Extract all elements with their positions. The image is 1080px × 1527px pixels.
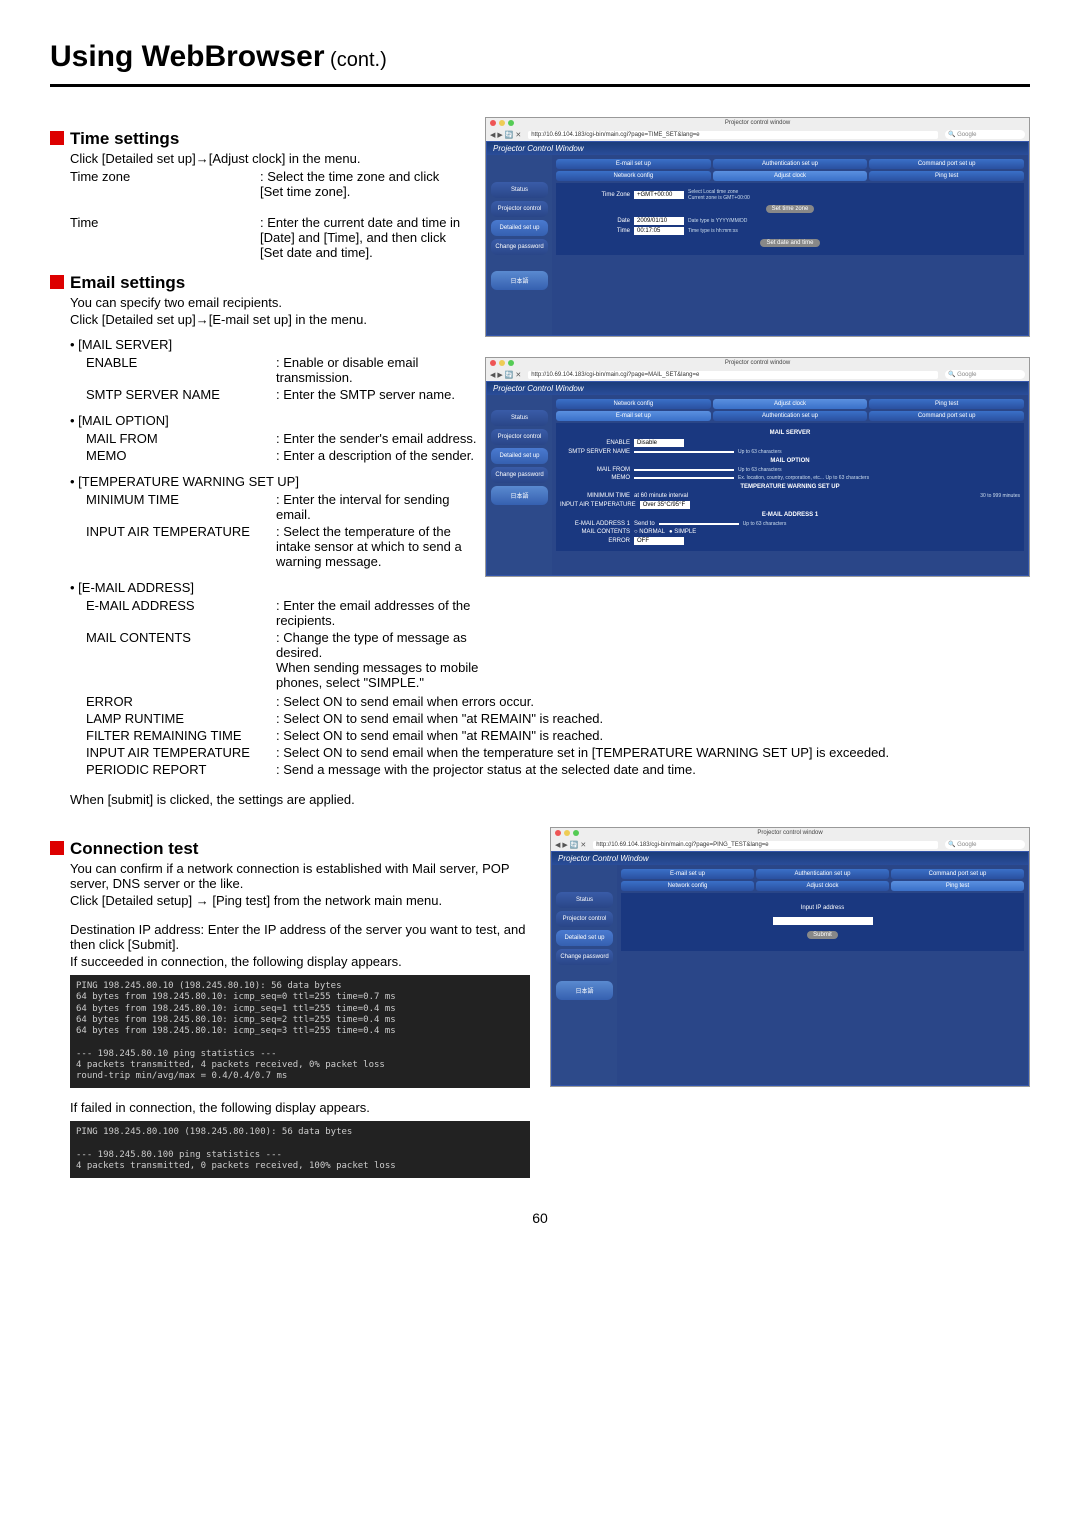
grp-mailserver: • [MAIL SERVER] bbox=[70, 337, 465, 352]
side-password[interactable]: Change password bbox=[556, 949, 613, 965]
tab-adjust[interactable]: Adjust clock bbox=[713, 399, 868, 409]
time-input[interactable]: 00:17:05 bbox=[634, 227, 684, 235]
tab-email[interactable]: E-mail set up bbox=[556, 159, 711, 169]
tab-auth[interactable]: Authentication set up bbox=[713, 411, 868, 421]
side-projector[interactable]: Projector control bbox=[491, 429, 548, 445]
screenshot-email-setup: Projector control window ◀ ▶ 🔄 ✕ http://… bbox=[485, 357, 1030, 577]
url-bar[interactable]: http://10.69.104.183/cgi-bin/main.cgi?pa… bbox=[528, 371, 938, 379]
tz-desc: : Select the time zone and click [Set ti… bbox=[260, 168, 465, 200]
grp-tempwarn: • [TEMPERATURE WARNING SET UP] bbox=[70, 474, 465, 489]
ip-input[interactable] bbox=[773, 917, 873, 925]
date-input[interactable]: 2009/01/10 bbox=[634, 217, 684, 225]
email-intro1: You can specify two email recipients. bbox=[70, 295, 465, 310]
tab-network[interactable]: Network config bbox=[556, 171, 711, 181]
side-status[interactable]: Status bbox=[491, 182, 548, 198]
side-japanese[interactable]: 日本語 bbox=[556, 981, 613, 1000]
submit-button[interactable]: Submit bbox=[807, 931, 838, 939]
email-intro2: Click [Detailed set up]→[E-mail set up] … bbox=[70, 312, 465, 327]
ping-success-output: PING 198.245.80.10 (198.245.80.10): 56 d… bbox=[70, 975, 530, 1088]
tab-ping[interactable]: Ping test bbox=[869, 399, 1024, 409]
url-bar[interactable]: http://10.69.104.183/cgi-bin/main.cgi?pa… bbox=[528, 131, 938, 139]
side-detailed[interactable]: Detailed set up bbox=[491, 220, 548, 236]
url-bar[interactable]: http://10.69.104.183/cgi-bin/main.cgi?pa… bbox=[593, 841, 938, 849]
side-detailed[interactable]: Detailed set up bbox=[556, 930, 613, 946]
error-select[interactable]: OFF bbox=[634, 537, 684, 545]
tab-auth[interactable]: Authentication set up bbox=[756, 869, 889, 879]
side-japanese[interactable]: 日本語 bbox=[491, 486, 548, 505]
tab-network[interactable]: Network config bbox=[556, 399, 711, 409]
email-settings-heading: Email settings bbox=[50, 273, 465, 293]
side-detailed[interactable]: Detailed set up bbox=[491, 448, 548, 464]
tz-select[interactable]: +GMT+00:00 bbox=[634, 191, 684, 199]
time-desc: : Enter the current date and time in [Da… bbox=[260, 214, 465, 261]
screenshot-adjust-clock: Projector control window ◀ ▶ 🔄 ✕ http://… bbox=[485, 117, 1030, 337]
smtp-input[interactable] bbox=[634, 451, 734, 453]
tz-label: Time zone bbox=[70, 168, 260, 200]
memo-input[interactable] bbox=[634, 477, 734, 479]
grp-emailaddr: • [E-MAIL ADDRESS] bbox=[70, 580, 465, 595]
connection-test-heading: Connection test bbox=[50, 839, 530, 859]
submit-note: When [submit] is clicked, the settings a… bbox=[70, 792, 1030, 807]
enable-label: ENABLE bbox=[86, 354, 276, 386]
tab-command[interactable]: Command port set up bbox=[869, 159, 1024, 169]
smtp-label: SMTP SERVER NAME bbox=[86, 386, 276, 403]
tab-command[interactable]: Command port set up bbox=[869, 411, 1024, 421]
tab-command[interactable]: Command port set up bbox=[891, 869, 1024, 879]
time-label: Time bbox=[70, 214, 260, 261]
side-status[interactable]: Status bbox=[491, 410, 548, 426]
side-projector[interactable]: Projector control bbox=[556, 911, 613, 927]
tab-email[interactable]: E-mail set up bbox=[621, 869, 754, 879]
page-title: Using WebBrowser (cont.) bbox=[50, 40, 1030, 87]
time-settings-heading: Time settings bbox=[50, 129, 465, 149]
mailfrom-input[interactable] bbox=[634, 469, 734, 471]
normal-radio[interactable]: ○ NORMAL bbox=[634, 529, 665, 535]
tab-network[interactable]: Network config bbox=[621, 881, 754, 891]
ping-fail-output: PING 198.245.80.100 (198.245.80.100): 56… bbox=[70, 1121, 530, 1178]
iat-select[interactable]: Over 35°C/95°F bbox=[640, 501, 690, 509]
side-projector[interactable]: Projector control bbox=[491, 201, 548, 217]
time-intro: Click [Detailed set up]→[Adjust clock] i… bbox=[70, 151, 465, 166]
grp-mailoption: • [MAIL OPTION] bbox=[70, 413, 465, 428]
side-password[interactable]: Change password bbox=[491, 239, 548, 255]
side-status[interactable]: Status bbox=[556, 892, 613, 908]
set-datetime-button[interactable]: Set date and time bbox=[760, 239, 819, 247]
tab-adjust[interactable]: Adjust clock bbox=[713, 171, 868, 181]
side-japanese[interactable]: 日本語 bbox=[491, 271, 548, 290]
addr1-input[interactable] bbox=[659, 523, 739, 525]
set-timezone-button[interactable]: Set time zone bbox=[766, 205, 815, 213]
search-field[interactable]: 🔍 Google bbox=[945, 130, 1025, 139]
tab-adjust[interactable]: Adjust clock bbox=[756, 881, 889, 891]
tab-auth[interactable]: Authentication set up bbox=[713, 159, 868, 169]
enable-select[interactable]: Disable bbox=[634, 439, 684, 447]
simple-radio[interactable]: ● SIMPLE bbox=[669, 529, 696, 535]
pcw-header: Projector Control Window bbox=[487, 142, 1028, 155]
tab-ping[interactable]: Ping test bbox=[869, 171, 1024, 181]
screenshot-ping-test: Projector control window ◀ ▶ 🔄 ✕ http://… bbox=[550, 827, 1030, 1087]
search-field[interactable]: 🔍 Google bbox=[945, 370, 1025, 379]
side-password[interactable]: Change password bbox=[491, 467, 548, 483]
page-number: 60 bbox=[50, 1210, 1030, 1226]
search-field[interactable]: 🔍 Google bbox=[945, 840, 1025, 849]
tab-email[interactable]: E-mail set up bbox=[556, 411, 711, 421]
tab-ping[interactable]: Ping test bbox=[891, 881, 1024, 891]
